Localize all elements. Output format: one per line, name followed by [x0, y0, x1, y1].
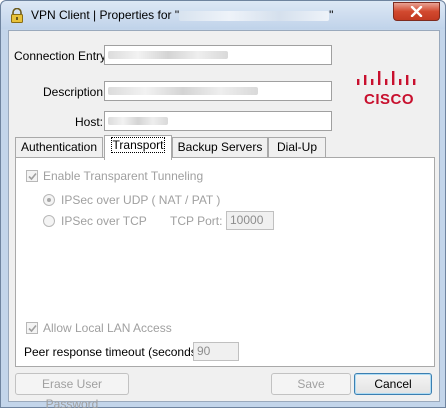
- tcp-port-label: TCP Port:: [170, 214, 223, 228]
- allow-lan-checkbox[interactable]: [26, 322, 38, 334]
- enable-tunneling-checkbox[interactable]: [26, 170, 38, 182]
- checkmark-icon: [28, 172, 37, 181]
- vpn-lock-icon: [11, 8, 23, 23]
- ipsec-udp-radio[interactable]: [43, 194, 55, 206]
- allow-lan-label: Allow Local LAN Access: [43, 321, 172, 335]
- properties-dialog: VPN Client | Properties for " " Connectio…: [0, 0, 446, 411]
- peer-timeout-label: Peer response timeout (seconds):: [24, 345, 205, 359]
- close-icon: [410, 6, 423, 17]
- ipsec-tcp-radio[interactable]: [43, 215, 55, 227]
- transport-panel: Enable Transparent Tunneling IPSec over …: [15, 157, 435, 367]
- tab-backup-servers[interactable]: Backup Servers: [172, 137, 268, 158]
- tcp-port-input[interactable]: 10000: [226, 211, 274, 230]
- tab-authentication[interactable]: Authentication: [15, 137, 103, 158]
- dialog-body: Connection Entry: Description: Host: CIS…: [8, 30, 440, 411]
- close-button[interactable]: [393, 2, 440, 21]
- description-label: Description:: [43, 85, 107, 99]
- cancel-button[interactable]: Cancel: [354, 373, 432, 395]
- redacted-entry-name: [179, 10, 330, 21]
- cisco-logo: CISCO: [353, 67, 425, 108]
- description-input[interactable]: [104, 81, 332, 101]
- cisco-wordmark: CISCO: [363, 91, 414, 108]
- cisco-bars-icon: [357, 71, 416, 85]
- enable-tunneling-label: Enable Transparent Tunneling: [43, 169, 204, 183]
- redacted-text: [108, 117, 168, 125]
- radio-dot: [47, 198, 51, 202]
- redacted-text: [108, 51, 228, 59]
- erase-user-password-button[interactable]: Erase User Password: [15, 373, 129, 411]
- connection-entry-label: Connection Entry:: [14, 49, 110, 63]
- tab-transport[interactable]: Transport: [104, 135, 172, 160]
- connection-entry-input[interactable]: [104, 45, 332, 65]
- host-input[interactable]: [104, 111, 332, 131]
- title-bar[interactable]: VPN Client | Properties for " ": [1, 1, 445, 29]
- save-button[interactable]: Save: [271, 373, 351, 395]
- ipsec-tcp-label: IPSec over TCP: [61, 214, 147, 228]
- host-label: Host:: [75, 115, 104, 129]
- window-title: VPN Client | Properties for " ": [31, 8, 334, 22]
- peer-timeout-input[interactable]: 90: [193, 342, 239, 361]
- ipsec-udp-label: IPSec over UDP ( NAT / PAT ): [61, 193, 221, 207]
- redacted-text: [108, 87, 258, 95]
- checkmark-icon: [28, 324, 37, 333]
- tab-dial-up[interactable]: Dial-Up: [268, 137, 326, 158]
